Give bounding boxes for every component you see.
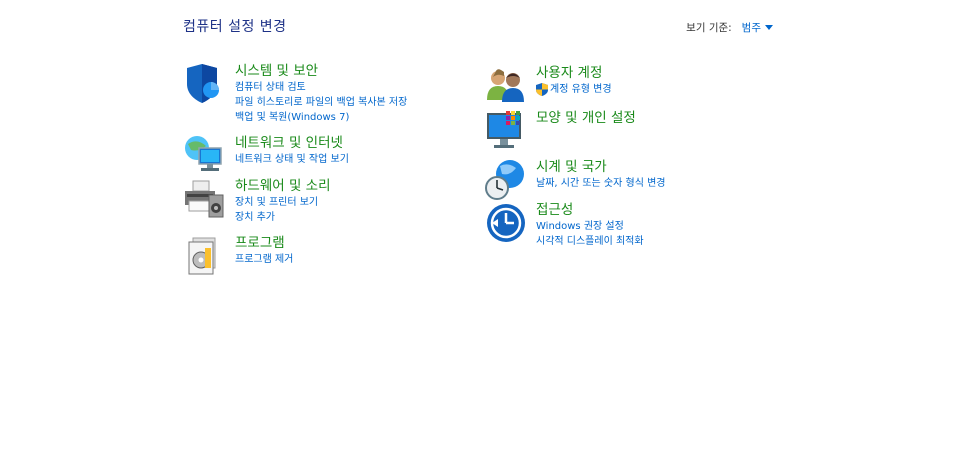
category-link[interactable]: 컴퓨터 상태 검토 — [235, 80, 407, 95]
view-by-value: 범주 — [741, 22, 761, 34]
category-programs: 프로그램 프로그램 제거 — [183, 234, 293, 278]
chevron-down-icon — [765, 25, 773, 30]
display-icon[interactable] — [484, 109, 528, 153]
category-link-text: 계정 유형 변경 — [550, 84, 612, 95]
category-network: 네트워크 및 인터넷 네트워크 상태 및 작업 보기 — [183, 134, 349, 178]
clock-globe-icon[interactable] — [484, 158, 528, 202]
category-appearance: 모양 및 개인 설정 — [484, 109, 636, 153]
category-heading[interactable]: 사용자 계정 — [536, 64, 612, 82]
view-by: 보기 기준: 범주 — [686, 20, 773, 35]
category-link[interactable]: 계정 유형 변경 — [536, 82, 612, 97]
accessibility-icon[interactable] — [484, 201, 528, 245]
category-link[interactable]: 파일 히스토리로 파일의 백업 복사본 저장 — [235, 95, 407, 110]
category-link[interactable]: 장치 및 프린터 보기 — [235, 195, 331, 210]
category-link[interactable]: 시각적 디스플레이 최적화 — [536, 234, 644, 249]
category-heading[interactable]: 하드웨어 및 소리 — [235, 177, 331, 195]
category-user-accounts: 사용자 계정 계정 유형 변경 — [484, 64, 612, 108]
category-heading[interactable]: 프로그램 — [235, 234, 293, 252]
view-by-dropdown[interactable]: 범주 — [742, 20, 773, 35]
category-hardware-sound: 하드웨어 및 소리 장치 및 프린터 보기 장치 추가 — [183, 177, 331, 225]
category-heading[interactable]: 네트워크 및 인터넷 — [235, 134, 349, 152]
shield-icon[interactable] — [183, 62, 227, 106]
category-heading[interactable]: 모양 및 개인 설정 — [536, 109, 636, 127]
uac-shield-icon — [536, 83, 548, 96]
category-link[interactable]: 장치 추가 — [235, 210, 331, 225]
page-title: 컴퓨터 설정 변경 — [183, 19, 287, 35]
printer-icon[interactable] — [183, 177, 227, 221]
category-system-security: 시스템 및 보안 컴퓨터 상태 검토 파일 히스토리로 파일의 백업 복사본 저… — [183, 62, 407, 125]
category-link[interactable]: 백업 및 복원(Windows 7) — [235, 110, 407, 125]
category-heading[interactable]: 시계 및 국가 — [536, 158, 665, 176]
network-icon[interactable] — [183, 134, 227, 178]
view-by-label: 보기 기준: — [686, 22, 732, 34]
category-link[interactable]: 네트워크 상태 및 작업 보기 — [235, 152, 349, 167]
category-accessibility: 접근성 Windows 권장 설정 시각적 디스플레이 최적화 — [484, 201, 644, 249]
category-clock-region: 시계 및 국가 날짜, 시간 또는 숫자 형식 변경 — [484, 158, 665, 202]
category-heading[interactable]: 시스템 및 보안 — [235, 62, 407, 80]
users-icon[interactable] — [484, 64, 528, 108]
programs-icon[interactable] — [183, 234, 227, 278]
category-heading[interactable]: 접근성 — [536, 201, 644, 219]
category-link[interactable]: 프로그램 제거 — [235, 252, 293, 267]
category-link[interactable]: Windows 권장 설정 — [536, 219, 644, 234]
category-link[interactable]: 날짜, 시간 또는 숫자 형식 변경 — [536, 176, 665, 191]
